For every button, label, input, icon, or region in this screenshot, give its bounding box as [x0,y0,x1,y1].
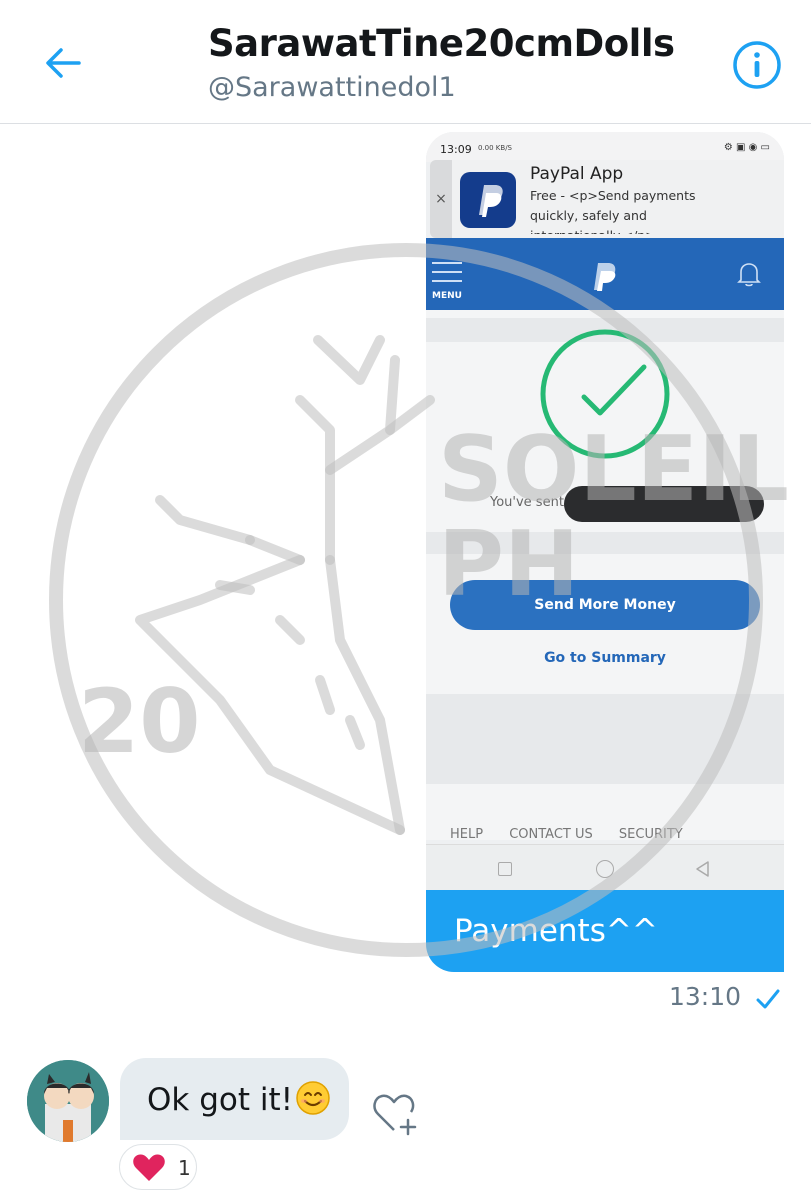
received-message-text: Ok got it! [147,1082,294,1118]
conversation-title: SarawatTine20cmDolls [208,22,675,65]
go-to-summary-link: Go to Summary [544,650,666,666]
banner-app-title: PayPal App [530,164,624,184]
paypal-app-logo [460,172,516,228]
sent-image-message[interactable]: 13:09 0.00 KB/S ⚙ ▣ ◉ ▭ × PayPal App Fre… [426,132,784,972]
banner-close-icon: × [430,160,452,238]
footer-link-help: HELP [450,827,484,842]
redacted-amount [564,486,764,522]
received-message-text-row: Ok got it! [147,1080,331,1118]
back-button[interactable] [40,40,86,86]
conversation-handle: @Sarawattinedol1 [208,72,456,103]
content-band [426,694,784,784]
paypal-logo-icon [594,263,616,291]
android-nav-bar [426,844,784,892]
read-receipt-check-icon [756,989,780,1009]
dm-conversation: SarawatTine20cmDolls @Sarawattinedol1 13… [0,0,811,1200]
sender-avatar[interactable] [27,1060,109,1142]
hamburger-icon [432,262,464,282]
notification-bell-icon [737,263,761,287]
red-heart-icon [133,1154,165,1181]
info-button[interactable] [732,40,782,90]
sent-confirmation-text: You've sent [490,495,564,510]
paypal-footer-links: HELP CONTACT US SECURITY [450,827,770,842]
content-band [426,532,784,554]
home-icon [596,860,614,878]
phone-status-icons: ⚙ ▣ ◉ ▭ [723,142,770,153]
success-check-icon [540,329,670,459]
avatar-dolls-image [27,1060,109,1142]
reaction-count: 1 [178,1156,191,1180]
banner-app-description: Free - <p>Send payments quickly, safely … [530,188,696,234]
image-caption: Payments^^ [426,890,784,972]
back-arrow-icon [46,48,81,78]
footer-link-security: SECURITY [618,827,683,842]
watermark-number: 20 [78,670,200,773]
recents-icon [498,862,512,876]
back-triangle-icon [696,861,709,877]
phone-network-speed: 0.00 KB/S [478,144,513,152]
phone-status-bar: 13:09 0.00 KB/S ⚙ ▣ ◉ ▭ [426,132,784,162]
paypal-screenshot-image[interactable]: 13:09 0.00 KB/S ⚙ ▣ ◉ ▭ × PayPal App Fre… [426,132,784,892]
add-reaction-heart-icon[interactable] [370,1090,420,1138]
smiling-face-emoji-icon [296,1081,330,1115]
paypal-menu-button: MENU [432,262,464,304]
phone-status-time: 13:09 [440,143,472,156]
paypal-nav-bar: MENU [426,238,784,310]
received-message-bubble[interactable]: Ok got it! [120,1058,349,1140]
message-timestamp: 13:10 [669,982,742,1011]
reaction-pill[interactable]: 1 [119,1144,197,1190]
info-icon [733,41,781,89]
send-more-money-button: Send More Money [450,580,760,630]
conversation-header: SarawatTine20cmDolls @Sarawattinedol1 [0,0,811,124]
menu-label: MENU [432,291,462,301]
footer-link-contact: CONTACT US [509,827,593,842]
